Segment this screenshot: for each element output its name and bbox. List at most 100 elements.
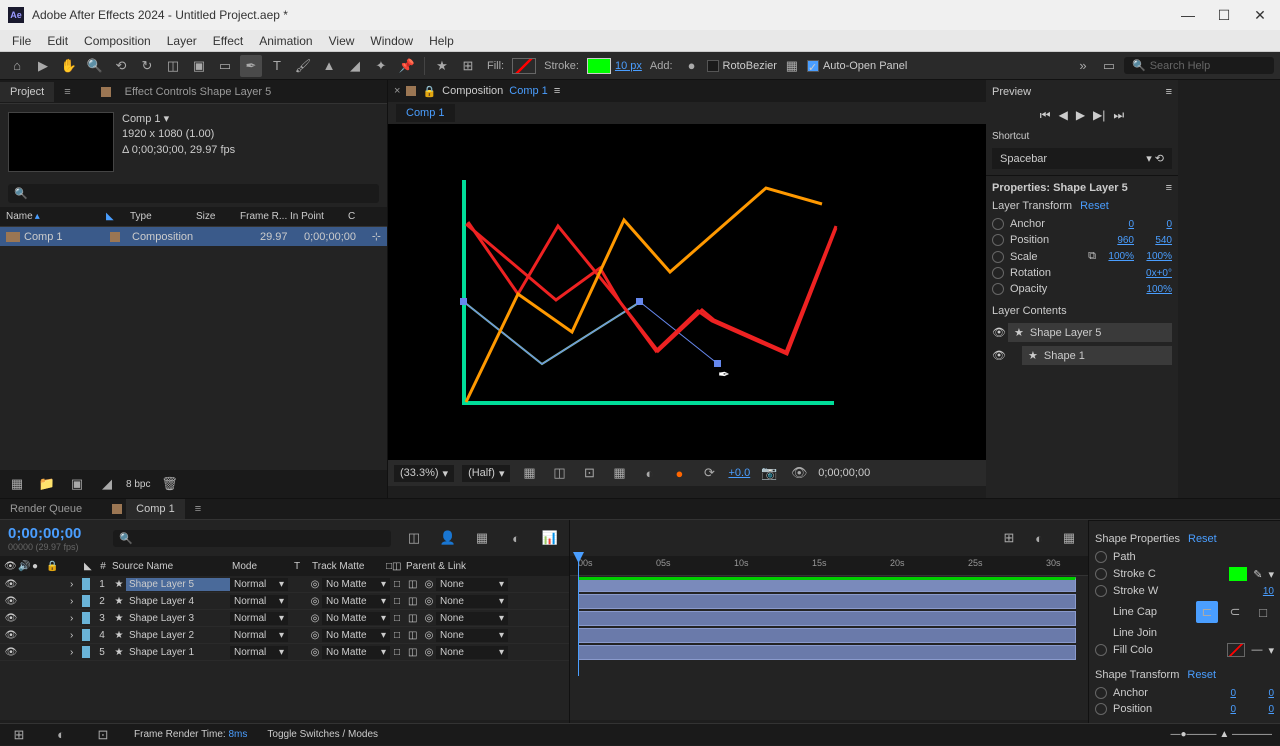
timeline-layer-row[interactable]: 👁 › 3 ★ Shape Layer 3 Normal▾ ◎ No Matte…	[0, 610, 569, 627]
dropdown-icon[interactable]: ▾	[1268, 644, 1274, 657]
matte-toggle-icon[interactable]: □	[394, 579, 408, 590]
visibility-icon[interactable]: 👁	[4, 613, 18, 624]
scale-y[interactable]: 100%	[1140, 251, 1172, 262]
blend-mode-dropdown[interactable]: Normal▾	[230, 629, 288, 642]
cap-square-icon[interactable]: □	[1252, 601, 1274, 623]
timeline-layer-row[interactable]: 👁 › 5 ★ Shape Layer 1 Normal▾ ◎ No Matte…	[0, 644, 569, 661]
reset-button[interactable]: Reset	[1187, 669, 1216, 681]
footer-icon[interactable]: ⊡	[92, 724, 114, 746]
stopwatch-icon[interactable]	[992, 218, 1004, 230]
timeline-layer-row[interactable]: 👁 › 4 ★ Shape Layer 2 Normal▾ ◎ No Matte…	[0, 627, 569, 644]
show-snapshot-icon[interactable]: 👁	[788, 462, 810, 484]
footer-icon[interactable]: ◐	[50, 724, 72, 746]
sort-arrow-icon[interactable]: ▴	[35, 211, 40, 222]
layer-name[interactable]: Shape Layer 4	[126, 595, 230, 608]
stroke-width-value[interactable]: 10	[1242, 586, 1274, 597]
layer-duration-bar[interactable]	[578, 611, 1076, 626]
layer-duration-bar[interactable]	[578, 628, 1076, 643]
expand-arrow-icon[interactable]: ›	[70, 596, 80, 607]
overflow-icon[interactable]: »	[1072, 55, 1094, 77]
col-source[interactable]: Source Name	[112, 561, 232, 572]
fill-color-swatch[interactable]	[512, 58, 536, 74]
label-color[interactable]	[82, 629, 90, 641]
exposure-value[interactable]: +0.0	[728, 467, 750, 479]
parent-dropdown[interactable]: None▾	[436, 646, 508, 659]
tl-tool-icon[interactable]: ⊞	[998, 527, 1020, 549]
timeline-layer-row[interactable]: 👁 › 1 ★ Shape Layer 5 Normal▾ ◎ No Matte…	[0, 576, 569, 593]
stopwatch-icon[interactable]	[1095, 585, 1107, 597]
camera-tool-icon[interactable]: ◫	[162, 55, 184, 77]
zoom-dropdown[interactable]: (33.3%) ▾	[394, 465, 454, 482]
parent-pickwhip-icon[interactable]: ◎	[422, 613, 436, 624]
transparency-icon[interactable]: ▦	[518, 462, 540, 484]
guides-icon[interactable]: ▦	[608, 462, 630, 484]
roto-tool-icon[interactable]: ✦	[370, 55, 392, 77]
stroke-color-swatch[interactable]	[587, 58, 611, 74]
stopwatch-icon[interactable]	[1095, 644, 1107, 656]
rect-tool-icon[interactable]: ▭	[214, 55, 236, 77]
label-color[interactable]	[82, 578, 90, 590]
resolution-dropdown[interactable]: (Half) ▾	[462, 465, 510, 482]
layer-duration-bar[interactable]	[578, 594, 1076, 609]
stopwatch-icon[interactable]	[992, 234, 1004, 246]
autoopen-checkbox[interactable]: ✓Auto-Open Panel	[807, 60, 907, 72]
interpret-icon[interactable]: ▦	[6, 473, 28, 495]
col-t[interactable]: T	[294, 561, 312, 572]
workspace-icon[interactable]: ▭	[1098, 55, 1120, 77]
cap-round-icon[interactable]: ⊂	[1224, 601, 1246, 623]
reset-button[interactable]: Reset	[1080, 200, 1109, 212]
lock-icon[interactable]: 🔒	[422, 85, 436, 98]
tab-menu-icon[interactable]: ≡	[554, 85, 560, 97]
menu-edit[interactable]: Edit	[39, 32, 76, 50]
selection-tool-icon[interactable]: ▶	[32, 55, 54, 77]
visibility-icon[interactable]: 👁	[4, 630, 18, 641]
matte-pickwhip-icon[interactable]: ◎	[308, 613, 322, 624]
project-item-row[interactable]: Comp 1 Composition 29.97 0;00;00;00 ⊹	[0, 227, 387, 246]
menu-window[interactable]: Window	[362, 32, 421, 50]
first-frame-icon[interactable]: ⏮	[1040, 108, 1051, 123]
snapshot-icon[interactable]: 📷	[758, 462, 780, 484]
stopwatch-icon[interactable]	[992, 267, 1004, 279]
cap-butt-icon[interactable]: ⊏	[1196, 601, 1218, 623]
channel-icon[interactable]: ◐	[638, 462, 660, 484]
label-color[interactable]	[82, 612, 90, 624]
reset-button[interactable]: Reset	[1188, 533, 1217, 545]
stroke-width-value[interactable]: 10 px	[615, 60, 642, 72]
project-tab[interactable]: Project	[0, 82, 54, 102]
bpc-icon[interactable]: ◢	[96, 473, 118, 495]
dropdown-arrow-icon[interactable]: ▾	[164, 113, 170, 125]
label-color[interactable]	[82, 595, 90, 607]
scale-x[interactable]: 100%	[1102, 251, 1134, 262]
layer-duration-bar[interactable]	[578, 577, 1076, 592]
expand-arrow-icon[interactable]: ›	[70, 579, 80, 590]
matte-pickwhip-icon[interactable]: ◎	[308, 647, 322, 658]
trash-icon[interactable]: 🗑	[158, 473, 180, 495]
visibility-icon[interactable]: 👁	[992, 326, 1004, 339]
menu-animation[interactable]: Animation	[251, 32, 320, 50]
layer-content-item[interactable]: ★Shape Layer 5	[1008, 323, 1172, 342]
home-tool-icon[interactable]: ⌂	[6, 55, 28, 77]
visibility-icon[interactable]: 👁	[4, 579, 18, 590]
bpc-label[interactable]: 8 bpc	[126, 479, 150, 490]
effect-controls-tab[interactable]: Effect Controls Shape Layer 5	[115, 82, 282, 102]
zoom-tool-icon[interactable]: 🔍	[84, 55, 106, 77]
comp-mini-icon[interactable]: ◫	[403, 527, 425, 549]
col-parent[interactable]: Parent & Link	[406, 561, 466, 572]
expand-arrow-icon[interactable]: ›	[70, 647, 80, 658]
orbit-tool-icon[interactable]: ⟲	[110, 55, 132, 77]
parent-pickwhip-icon[interactable]: ◎	[422, 630, 436, 641]
lock-col-icon[interactable]: 🔒	[46, 561, 60, 572]
parent-dropdown[interactable]: None▾	[436, 612, 508, 625]
motion-blur-icon[interactable]: ◐	[505, 527, 527, 549]
mask-icon[interactable]: ◫	[548, 462, 570, 484]
layer-name[interactable]: Shape Layer 3	[126, 612, 230, 625]
stopwatch-icon[interactable]	[992, 283, 1004, 295]
timeline-layer-row[interactable]: 👁 › 2 ★ Shape Layer 4 Normal▾ ◎ No Matte…	[0, 593, 569, 610]
track-matte-dropdown[interactable]: No Matte▾	[322, 629, 390, 642]
stopwatch-icon[interactable]	[992, 251, 1004, 263]
col-matte[interactable]: Track Matte	[312, 561, 386, 572]
col-inpoint[interactable]: In Point	[290, 211, 348, 222]
blend-mode-dropdown[interactable]: Normal▾	[230, 595, 288, 608]
matte-toggle-icon[interactable]: □	[394, 630, 408, 641]
parent-dropdown[interactable]: None▾	[436, 578, 508, 591]
